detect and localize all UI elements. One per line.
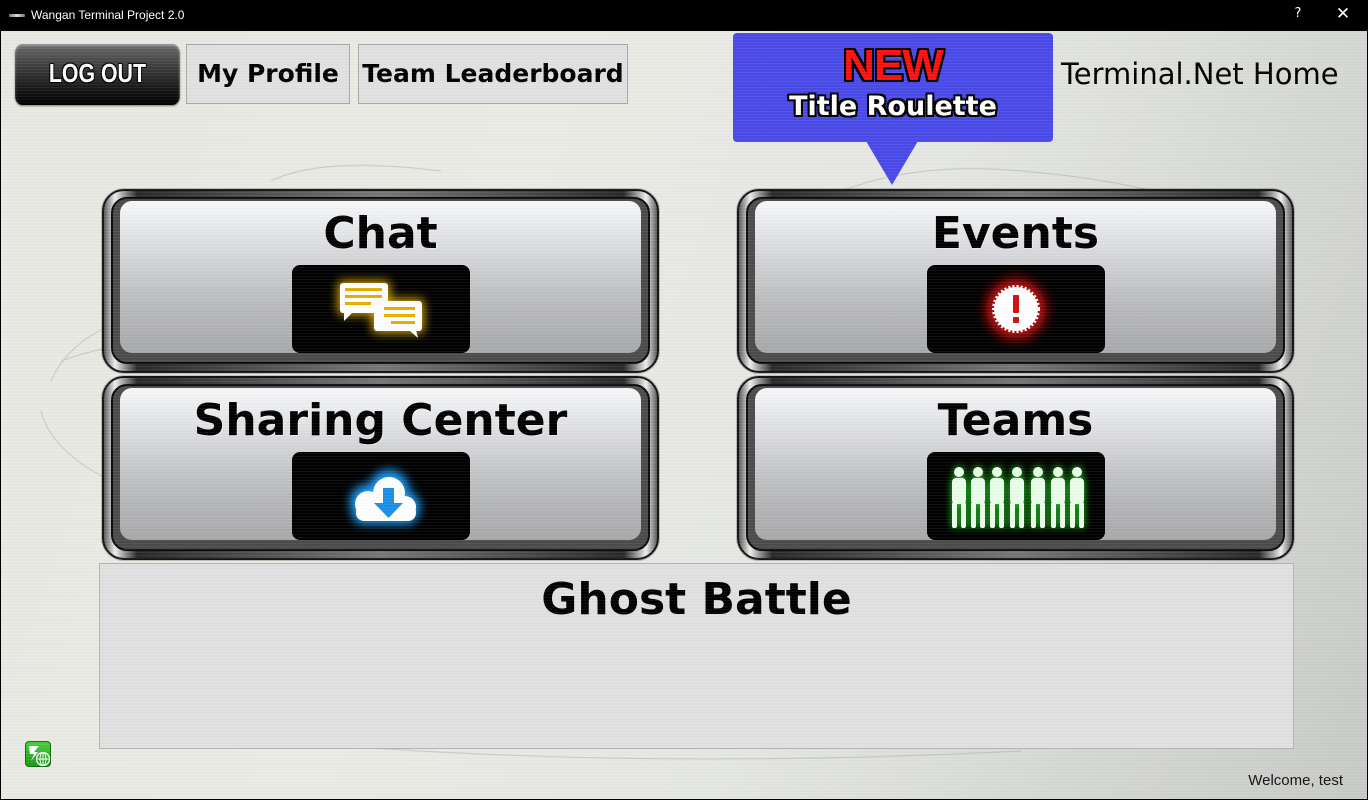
teams-tile-button[interactable]: Teams [737, 376, 1294, 560]
callout-pointer [866, 141, 918, 185]
events-tile-button[interactable]: Events [737, 189, 1294, 373]
sharing-center-tile-button[interactable]: Sharing Center [102, 376, 659, 560]
chat-bubbles-icon [291, 265, 470, 353]
logout-button[interactable]: LOG OUT [15, 44, 180, 105]
close-button[interactable]: ✕ [1330, 4, 1356, 26]
title-roulette-label: Title Roulette [789, 91, 997, 122]
teams-label: Teams [937, 395, 1094, 446]
chat-tile-button[interactable]: Chat [102, 189, 659, 373]
cloud-download-icon [291, 452, 470, 540]
sharing-center-label: Sharing Center [193, 395, 568, 446]
terminal-net-globe-icon [25, 741, 51, 767]
app-icon [9, 14, 25, 17]
window-title: Wangan Terminal Project 2.0 [31, 8, 185, 22]
title-bar: Wangan Terminal Project 2.0 ? ✕ [0, 0, 1368, 31]
welcome-message: Welcome, test [1248, 772, 1343, 789]
main-window: LOG OUT My Profile Team Leaderboard NEW … [1, 31, 1367, 799]
new-badge: NEW [843, 41, 944, 90]
help-button[interactable]: ? [1288, 6, 1308, 26]
team-silhouettes-icon [926, 452, 1105, 540]
ghost-battle-panel[interactable]: Ghost Battle [99, 563, 1294, 749]
team-leaderboard-button[interactable]: Team Leaderboard [358, 44, 628, 104]
alert-burst-icon [926, 265, 1105, 353]
events-label: Events [931, 208, 1100, 259]
title-roulette-callout[interactable]: NEW Title Roulette [733, 33, 1053, 142]
my-profile-button[interactable]: My Profile [186, 44, 350, 104]
page-title: Terminal.Net Home [1061, 57, 1339, 91]
ghost-battle-label: Ghost Battle [541, 574, 852, 625]
chat-label: Chat [323, 208, 438, 259]
